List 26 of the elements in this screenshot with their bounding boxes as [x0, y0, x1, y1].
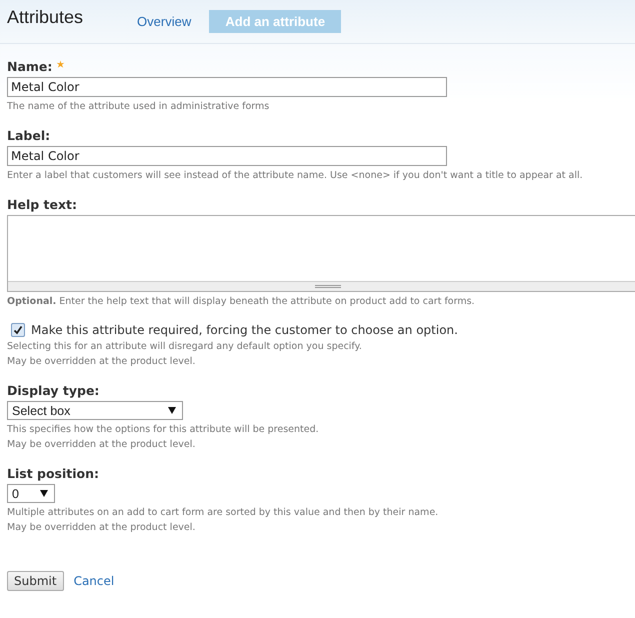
field-description: This specifies how the options for this attribute will be presented.	[7, 423, 320, 437]
field-description: Enter a label that customers will see instead of the attribute name. Use <none> if you don't want a title to appear at all.	[7, 169, 584, 183]
checkbox[interactable]	[11, 323, 25, 337]
tab[interactable]: Overview	[125, 10, 204, 33]
field-label: Display type:	[7, 383, 100, 398]
field-description: The name of the attribute used in administrative forms	[7, 100, 270, 114]
field-description: Selecting this for an attribute will disregard any default option you specify.	[7, 340, 363, 354]
dropdown-caret-icon	[168, 407, 176, 414]
text-field[interactable]: Metal Color	[7, 77, 447, 97]
page-title: Attributes	[7, 7, 84, 28]
field-description: May be overridden at the product level.	[7, 521, 196, 535]
dropdown-caret-icon	[40, 490, 48, 497]
checkbox-label: Make this attribute required, forcing the customer to choose an option.	[31, 323, 458, 337]
cancel-link[interactable]: Cancel	[74, 574, 114, 588]
field-label: List position:	[7, 466, 100, 481]
submit-button[interactable]: Submit	[7, 571, 64, 591]
field-label: Name:	[7, 59, 52, 74]
field-description: May be overridden at the product level.	[7, 438, 196, 452]
field-label: Label:	[7, 128, 50, 143]
field-description: May be overridden at the product level.	[7, 355, 196, 369]
field-description: Optional. Enter the help text that will display beneath the attribute on product add to cart forms.	[7, 295, 476, 309]
field-description: Multiple attributes on an add to cart form are sorted by this value and then by their name.	[7, 506, 440, 520]
text-field[interactable]: Metal Color	[7, 146, 447, 166]
field-label: Help text:	[7, 197, 78, 212]
select-dropdown[interactable]: 0	[7, 484, 55, 503]
select-dropdown[interactable]: Select box	[7, 401, 183, 420]
